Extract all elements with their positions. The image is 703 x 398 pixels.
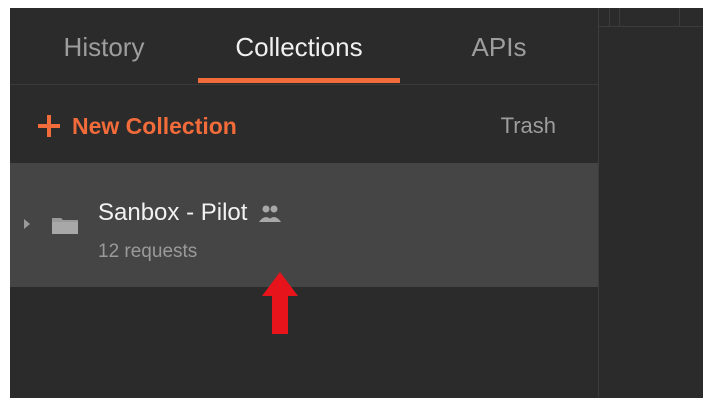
tab-divider	[609, 8, 610, 26]
trash-button[interactable]: Trash	[501, 109, 556, 143]
sidebar: History Collections APIs New Collection …	[10, 8, 599, 398]
caret-right-icon[interactable]	[24, 219, 30, 229]
tab-apis[interactable]: APIs	[400, 8, 598, 84]
tab-collections[interactable]: Collections	[198, 8, 400, 84]
main-tabstrip	[599, 8, 703, 27]
folder-icon	[52, 218, 78, 234]
new-collection-button[interactable]: New Collection	[38, 109, 237, 143]
app-frame: History Collections APIs New Collection …	[10, 8, 703, 398]
tab-divider	[619, 8, 620, 26]
main-pane	[599, 8, 703, 398]
red-arrow-icon	[262, 272, 298, 334]
new-collection-label: New Collection	[72, 112, 237, 139]
collection-name-row: Sanbox - Pilot	[98, 197, 282, 229]
tab-history[interactable]: History	[10, 8, 198, 84]
collection-name: Sanbox - Pilot	[98, 199, 248, 226]
collection-item[interactable]: Sanbox - Pilot 12 requests	[10, 163, 598, 287]
tab-divider	[679, 8, 680, 26]
sidebar-tabs: History Collections APIs	[10, 8, 598, 85]
team-icon	[259, 205, 282, 222]
active-tab-indicator	[198, 78, 400, 83]
plus-icon	[38, 115, 60, 137]
collection-actions: New Collection Trash	[10, 85, 598, 163]
collection-request-count: 12 requests	[98, 241, 198, 262]
